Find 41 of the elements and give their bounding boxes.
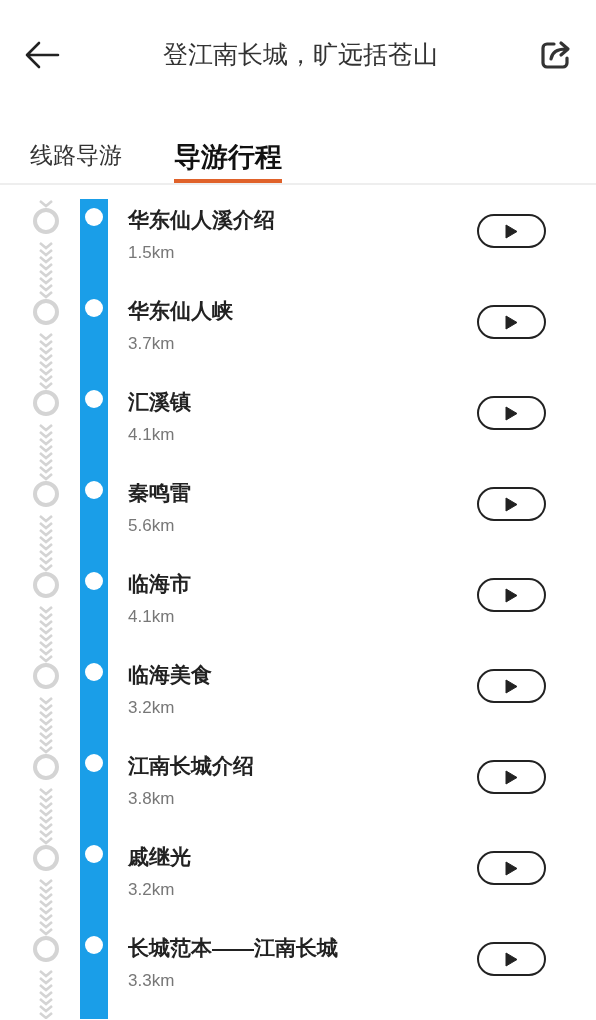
page-title: 登江南长城，旷远括苍山 bbox=[162, 39, 438, 71]
stop-distance: 3.3km bbox=[128, 972, 176, 989]
play-icon bbox=[505, 860, 518, 876]
stop-title[interactable]: 华东仙人峡 bbox=[128, 300, 477, 321]
stop-distance: 3.2km bbox=[128, 881, 176, 898]
play-button[interactable] bbox=[477, 214, 546, 248]
play-icon bbox=[505, 587, 518, 603]
stop-distance: 4.1km bbox=[128, 426, 176, 443]
stop-distance: 3.2km bbox=[128, 699, 176, 716]
play-button[interactable] bbox=[477, 578, 546, 612]
stop-distance: 1.5km bbox=[128, 244, 176, 261]
play-button[interactable] bbox=[477, 942, 546, 976]
stop-title[interactable]: 临海市 bbox=[128, 573, 477, 594]
play-icon bbox=[505, 951, 518, 967]
back-icon[interactable] bbox=[24, 41, 60, 69]
stop-distance: 3.7km bbox=[128, 335, 176, 352]
share-icon[interactable] bbox=[540, 40, 572, 70]
tab[interactable]: 线路导游 bbox=[30, 144, 122, 183]
stop-distance: 5.6km bbox=[128, 517, 176, 534]
stop-distance: 3.8km bbox=[128, 790, 176, 807]
stop-title[interactable]: 长城范本——江南长城 bbox=[128, 937, 477, 958]
play-icon bbox=[505, 223, 518, 239]
tab[interactable]: 导游行程 bbox=[174, 144, 282, 183]
stop-distance: 4.1km bbox=[128, 608, 176, 625]
play-button[interactable] bbox=[477, 851, 546, 885]
play-icon bbox=[505, 496, 518, 512]
stop-title[interactable]: 秦鸣雷 bbox=[128, 482, 477, 503]
play-icon bbox=[505, 769, 518, 785]
play-button[interactable] bbox=[477, 396, 546, 430]
play-button[interactable] bbox=[477, 305, 546, 339]
stop-title[interactable]: 江南长城介绍 bbox=[128, 755, 477, 776]
stop-title[interactable]: 临海美食 bbox=[128, 664, 477, 685]
play-button[interactable] bbox=[477, 760, 546, 794]
stop-title[interactable]: 汇溪镇 bbox=[128, 391, 477, 412]
play-button[interactable] bbox=[477, 669, 546, 703]
play-icon bbox=[505, 678, 518, 694]
play-icon bbox=[505, 314, 518, 330]
play-button[interactable] bbox=[477, 487, 546, 521]
play-icon bbox=[505, 405, 518, 421]
stop-title[interactable]: 华东仙人溪介绍 bbox=[128, 209, 477, 230]
stop-title[interactable]: 戚继光 bbox=[128, 846, 477, 867]
